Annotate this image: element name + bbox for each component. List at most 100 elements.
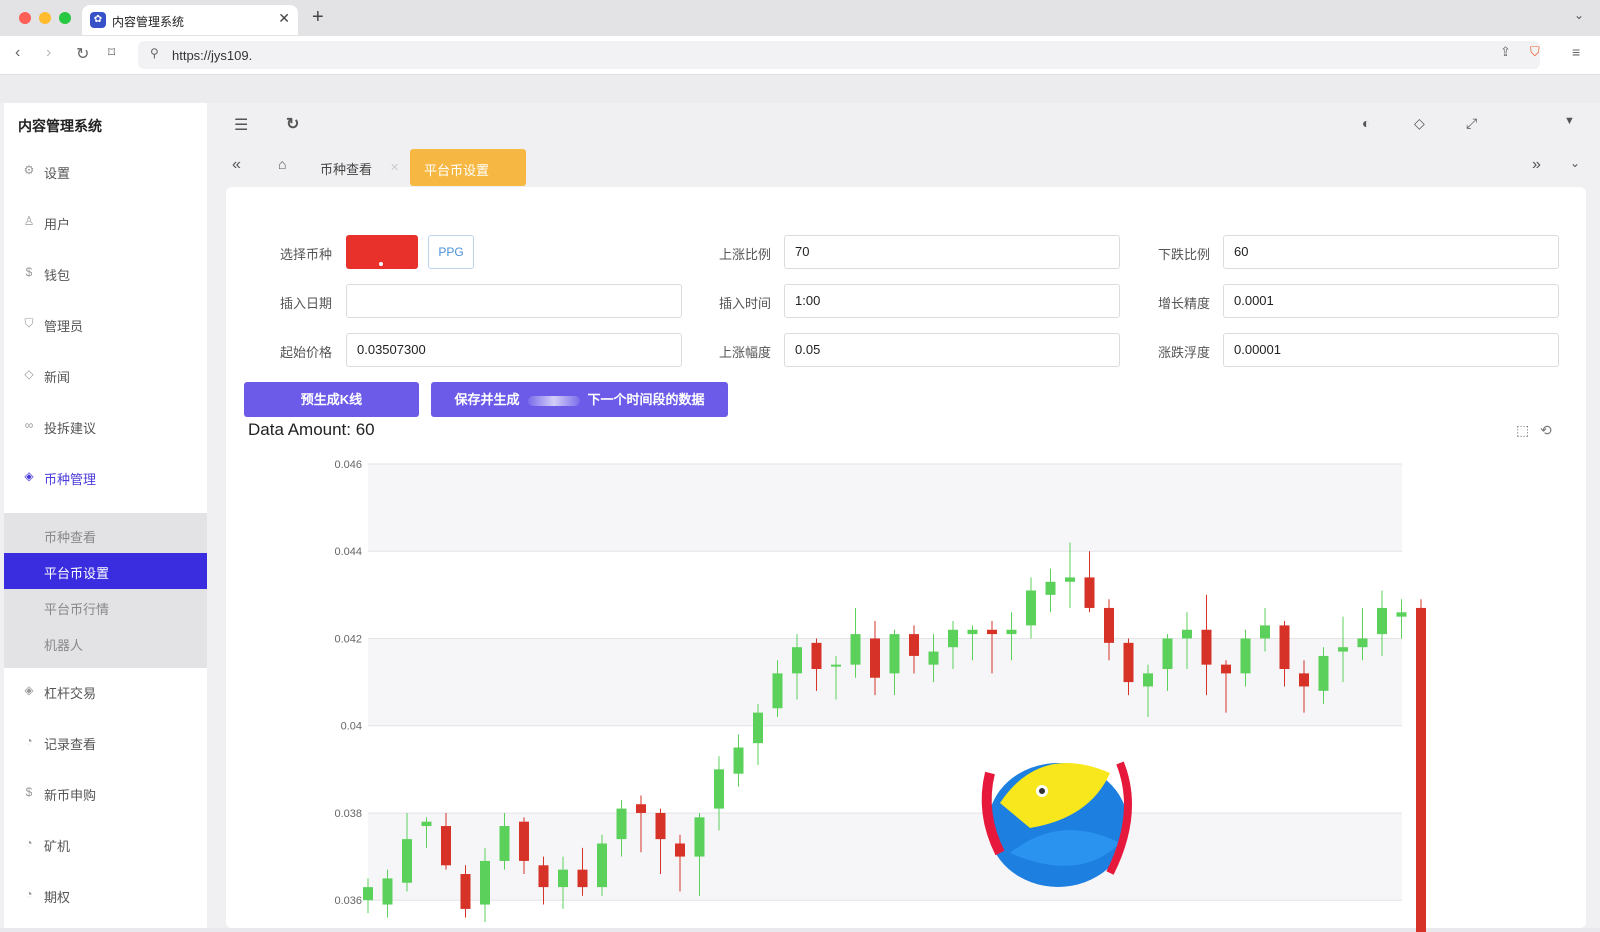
start-price-label: 起始价格	[280, 345, 333, 360]
button-label-suffix: 下一个时间段的数据	[587, 392, 705, 407]
y-tick-label: 0.036	[334, 895, 362, 907]
sidebar-item-admin[interactable]: ⛉ 管理员	[4, 304, 207, 344]
clock-icon: ◔	[25, 887, 33, 901]
chevron-down-icon[interactable]: ⌄	[1570, 156, 1580, 170]
insert-date-input[interactable]	[346, 284, 682, 318]
sidebar-item-options[interactable]: ◔ 期权	[4, 875, 207, 915]
start-price-input[interactable]: 0.03507300	[346, 333, 682, 367]
candle-body	[1065, 577, 1075, 582]
clock-icon: ◔	[25, 836, 33, 850]
candlestick-chart[interactable]: 0.046 0.044 0.042 0.04 0.038 0.036	[246, 452, 1546, 932]
menu-fold-icon[interactable]: ☰	[234, 115, 248, 135]
fluctuation-input[interactable]: 0.00001	[1223, 333, 1559, 367]
tag-icon: ◇	[24, 367, 34, 381]
candle-body	[402, 839, 412, 883]
sidebar-item-label: 杠杆交易	[44, 686, 97, 701]
fullscreen-icon[interactable]: ⤢	[1466, 115, 1477, 132]
user-icon: ♙	[23, 214, 35, 228]
submenu-item-robot[interactable]: 机器人	[4, 625, 207, 661]
candle-body	[1084, 577, 1095, 608]
sidebar-item-coin-management[interactable]: ◈ 币种管理	[4, 457, 207, 497]
submenu-item-platform-coin-market[interactable]: 平台币行情	[4, 589, 207, 625]
insert-date-label: 插入日期	[280, 296, 333, 311]
pregenerate-kline-button[interactable]: 预生成K线	[244, 382, 419, 417]
submenu-item-coin-view[interactable]: 币种查看	[4, 517, 207, 553]
new-tab-icon[interactable]: +	[312, 6, 324, 29]
sidebar-item-leverage[interactable]: ◈ 杠杆交易	[4, 671, 207, 711]
candle-body	[1221, 664, 1231, 674]
coin-ppg-button[interactable]: PPG	[428, 235, 474, 269]
sidebar: 内容管理系统 ⚙ 设置 ♙ 用户 $ 钱包 ⛉ 管理员 ◇ 新闻 ∞ 投拆建议 …	[4, 103, 207, 928]
tabs-scroll-right-icon[interactable]: »	[1532, 156, 1541, 174]
close-window-icon[interactable]	[19, 12, 31, 24]
close-tab-icon[interactable]: ✕	[278, 10, 290, 27]
url-field[interactable]: ⚲ https://jys109.	[138, 41, 1540, 69]
back-icon[interactable]: ‹	[15, 44, 20, 62]
candle-body	[714, 769, 724, 809]
diamond-icon: ◈	[24, 469, 34, 483]
up-ratio-input[interactable]: 70	[784, 235, 1120, 269]
submenu-coin-management: 币种查看 平台币设置 平台币行情 机器人	[4, 513, 207, 668]
insert-time-input[interactable]: 1:00	[784, 284, 1120, 318]
up-amplitude-label: 上涨幅度	[719, 345, 772, 360]
sidebar-item-miner[interactable]: ◔ 矿机	[4, 824, 207, 864]
candle-body	[987, 629, 997, 635]
y-tick-label: 0.044	[334, 546, 362, 558]
shield-icon: ⛉	[24, 316, 34, 330]
candle-body	[948, 629, 958, 648]
sidebar-item-users[interactable]: ♙ 用户	[4, 202, 207, 242]
sidebar-item-settings[interactable]: ⚙ 设置	[4, 151, 207, 191]
sidebar-item-wallet[interactable]: $ 钱包	[4, 253, 207, 293]
insert-time-label: 插入时间	[719, 296, 772, 311]
palette-icon[interactable]: ◐	[1362, 115, 1370, 131]
sidebar-item-records[interactable]: ◔ 记录查看	[4, 722, 207, 762]
candle-body	[655, 812, 666, 840]
candle	[597, 834, 607, 896]
candle	[1084, 551, 1095, 613]
tab-platform-coin-settings[interactable]: 平台币设置	[410, 149, 526, 186]
browser-tab-title: 内容管理系统	[112, 15, 185, 29]
candle-body	[363, 887, 373, 901]
coin-color-swatch[interactable]	[346, 235, 418, 269]
submenu-item-platform-coin-settings[interactable]: 平台币设置	[4, 553, 207, 589]
user-dropdown-icon[interactable]: ▼	[1564, 115, 1575, 127]
menu-icon[interactable]: ≡	[1572, 44, 1580, 60]
sidebar-item-news[interactable]: ◇ 新闻	[4, 355, 207, 395]
candle-body	[1045, 581, 1056, 595]
tab-coin-view[interactable]: 币种查看	[320, 159, 372, 178]
minimize-window-icon[interactable]	[39, 12, 51, 24]
close-tab-icon[interactable]: ✕	[390, 161, 399, 174]
browser-tab[interactable]: ✿ 内容管理系统 ✕	[82, 5, 298, 35]
save-and-generate-button[interactable]: 保存并生成 下一个时间段的数据	[431, 382, 728, 417]
browser-tab-bar: ✿ 内容管理系统 ✕ + ⌄	[0, 0, 1600, 36]
data-amount-label: Data Amount: 60	[248, 420, 375, 439]
sidebar-item-label: 期权	[44, 890, 71, 905]
growth-precision-label: 增长精度	[1158, 296, 1211, 311]
candle-body	[909, 634, 919, 656]
diamond-icon: ◈	[24, 683, 34, 697]
maximize-window-icon[interactable]	[59, 12, 71, 24]
candle-body	[558, 869, 568, 888]
tabs-scroll-left-icon[interactable]: «	[232, 156, 241, 174]
home-icon[interactable]: ⌂	[278, 156, 286, 172]
zoom-select-icon[interactable]: ⬚	[1516, 422, 1529, 439]
zoom-reset-icon[interactable]: ⟲	[1540, 422, 1552, 439]
forward-icon[interactable]: ›	[46, 44, 51, 62]
sidebar-item-new-coin[interactable]: $ 新币申购	[4, 773, 207, 813]
up-amplitude-input[interactable]: 0.05	[784, 333, 1120, 367]
sidebar-item-feedback[interactable]: ∞ 投拆建议	[4, 406, 207, 446]
reload-icon[interactable]: ↻	[76, 44, 89, 64]
site-settings-icon[interactable]: ⚲	[150, 46, 159, 60]
bookmark-icon[interactable]: ⌑	[108, 44, 115, 61]
growth-precision-input[interactable]: 0.0001	[1223, 284, 1559, 318]
down-ratio-input[interactable]: 60	[1223, 235, 1559, 269]
candle-body	[1143, 673, 1153, 687]
refresh-icon[interactable]: ↻	[286, 114, 299, 134]
chevron-down-icon[interactable]: ⌄	[1574, 8, 1584, 22]
brand-title: 内容管理系统	[18, 118, 102, 134]
wallet-icon: $	[25, 265, 33, 279]
brave-shield-icon[interactable]: ⛉	[1530, 44, 1540, 60]
share-icon[interactable]: ⇪	[1500, 44, 1511, 60]
tag-icon[interactable]: ◇	[1414, 115, 1425, 132]
sidebar-item-label: 投拆建议	[44, 421, 97, 436]
